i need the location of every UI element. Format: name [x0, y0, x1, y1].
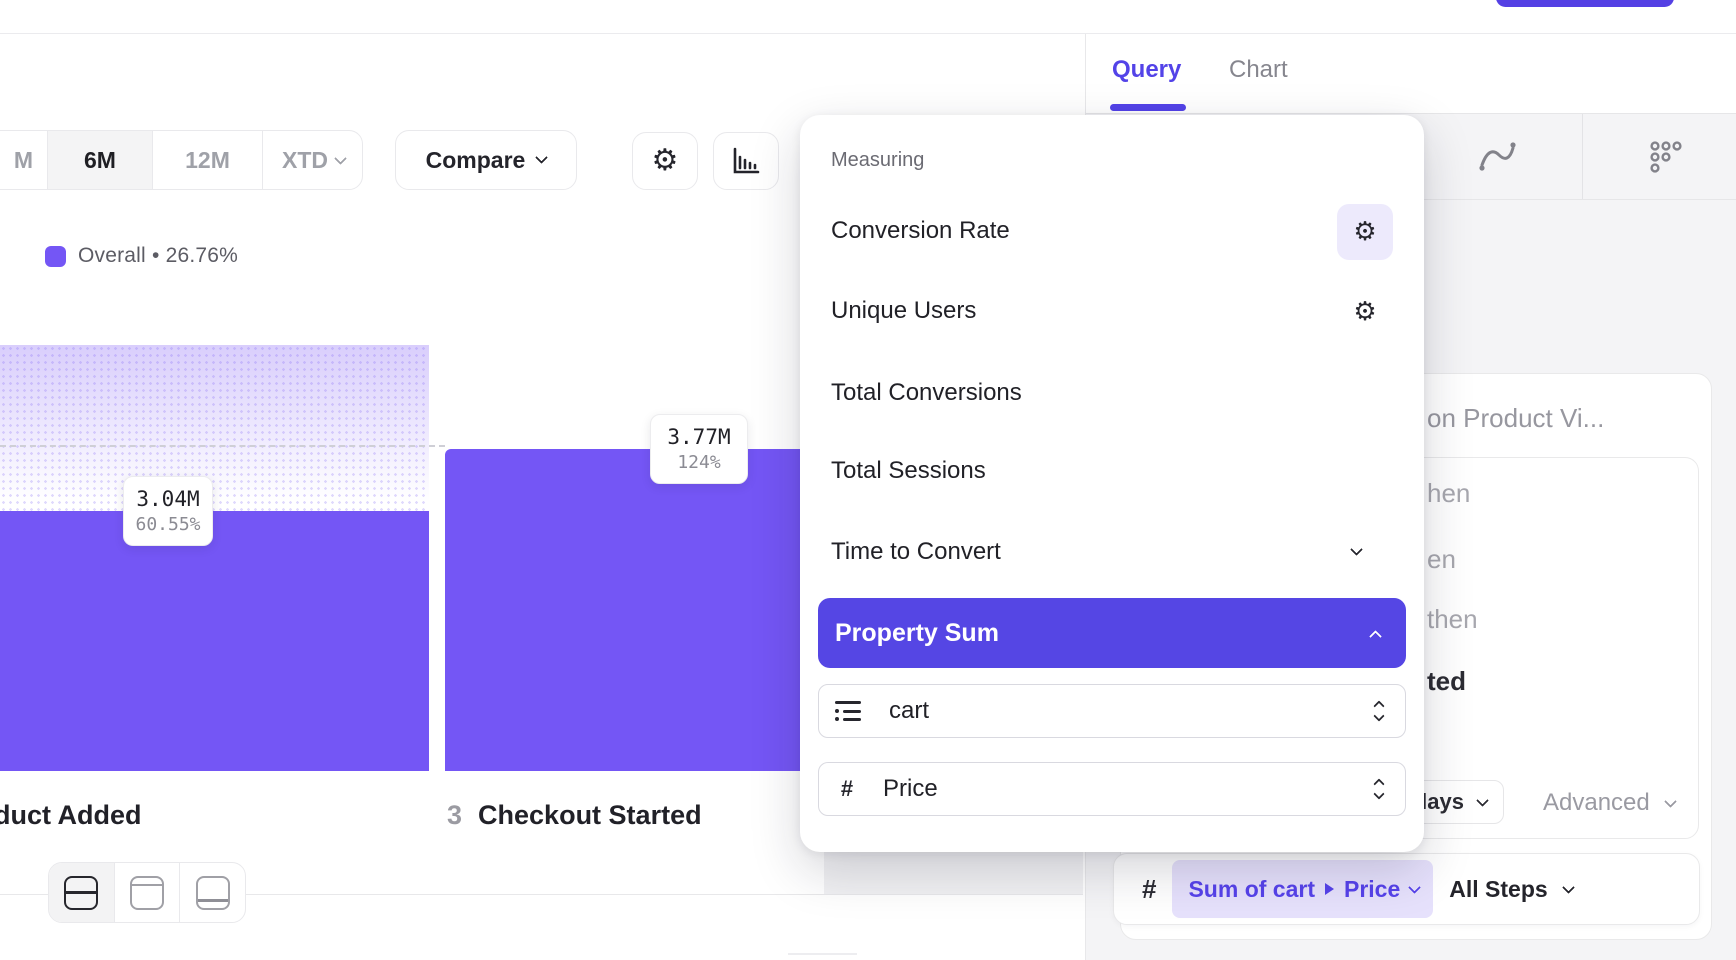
range-12m[interactable]: 12M — [153, 131, 263, 189]
bar-chart-icon — [729, 145, 763, 177]
flow-chart-type-button[interactable] — [1477, 140, 1517, 174]
layout-option-split-rows[interactable] — [49, 863, 115, 922]
property-name-select[interactable]: # Price — [818, 762, 1406, 816]
menu-item-property-sum-selected[interactable]: Property Sum — [818, 598, 1406, 668]
step-label-product-added: duct Added — [0, 800, 142, 831]
tabs-bottom-border — [1086, 113, 1736, 114]
menu-item-total-conversions[interactable]: Total Conversions — [831, 379, 1022, 407]
gear-icon: ⚙ — [652, 146, 679, 176]
step-row-fragment: ted — [1427, 666, 1466, 697]
funnel-bar-product-added[interactable] — [0, 511, 429, 771]
dropdown-title: Measuring — [831, 149, 924, 172]
legend-swatch — [45, 246, 66, 267]
gear-icon: ⚙ — [1353, 299, 1376, 325]
range-6m[interactable]: 6M — [48, 131, 153, 189]
menu-item-conversion-rate[interactable]: Conversion Rate — [831, 217, 1010, 245]
measuring-dropdown: Measuring Conversion Rate ⚙ Unique Users… — [800, 115, 1424, 852]
split-rows-icon — [64, 876, 98, 910]
funnel-bar-total-segment[interactable] — [0, 345, 429, 512]
legend: Overall • 26.76% — [45, 244, 238, 268]
layout-toggle-group — [48, 862, 246, 923]
gear-icon: ⚙ — [1353, 219, 1376, 245]
hash-icon: # — [1142, 874, 1156, 905]
list-property-icon — [835, 701, 861, 721]
layout-option-footer-bottom[interactable] — [180, 863, 245, 922]
step-row-fragment: then — [1427, 604, 1478, 635]
time-range-segmented-control: M 6M 12M XTD — [0, 130, 363, 190]
value-label-product-added: 3.04M 60.55% — [123, 476, 213, 546]
primary-action-button[interactable] — [1496, 0, 1674, 7]
active-tab-underline — [1110, 104, 1186, 111]
grid-dots-icon — [1648, 140, 1684, 174]
chevron-down-icon — [1562, 881, 1575, 894]
caret-right-icon — [1325, 883, 1334, 895]
range-m[interactable]: M — [0, 131, 48, 189]
menu-item-total-sessions[interactable]: Total Sessions — [831, 457, 986, 485]
chevron-down-icon — [1664, 795, 1677, 808]
all-steps-dropdown[interactable]: All Steps — [1449, 876, 1572, 903]
chevron-up-icon — [1369, 630, 1382, 643]
topbar-divider — [0, 33, 1736, 34]
reference-dashed-line — [0, 445, 445, 447]
grid-chart-type-button[interactable] — [1648, 140, 1684, 174]
range-xtd[interactable]: XTD — [263, 131, 363, 189]
select-stepper-icon — [1375, 702, 1383, 720]
advanced-dropdown[interactable]: Advanced — [1543, 789, 1675, 817]
unique-users-settings-button[interactable]: ⚙ — [1337, 284, 1393, 340]
property-event-select[interactable]: cart — [818, 684, 1406, 738]
footer-bottom-icon — [196, 876, 230, 910]
sum-of-cart-price-chip[interactable]: Sum of cart Price — [1172, 860, 1433, 918]
toolbar-cell-border — [1582, 114, 1583, 199]
chevron-down-icon — [1350, 543, 1363, 556]
funnel-bar-checkout-started[interactable] — [445, 449, 817, 771]
conversion-rate-settings-button[interactable]: ⚙ — [1337, 204, 1393, 260]
chevron-down-icon — [1476, 794, 1489, 807]
table-fragment-line — [788, 953, 857, 955]
flow-squiggle-icon — [1477, 140, 1517, 174]
chevron-down-icon — [334, 152, 347, 165]
chart-type-button[interactable] — [713, 132, 779, 190]
card-header-fragment: on Product Vi... — [1427, 403, 1604, 434]
tab-chart[interactable]: Chart — [1229, 56, 1288, 84]
app-window: M 6M 12M XTD Compare ⚙ Overall • 26.76% — [0, 0, 1736, 960]
value-label-checkout-started: 3.77M 124% — [650, 414, 748, 484]
layout-option-header-top[interactable] — [115, 863, 181, 922]
chevron-down-icon — [1408, 881, 1421, 894]
table-header-strip — [824, 852, 1083, 894]
chart-settings-button[interactable]: ⚙ — [632, 132, 698, 190]
menu-item-time-to-convert[interactable]: Time to Convert — [831, 538, 1001, 566]
chevron-down-icon — [535, 151, 548, 164]
measured-as-footer-card: # Sum of cart Price All Steps — [1113, 853, 1700, 925]
select-stepper-icon — [1375, 780, 1383, 798]
header-top-icon — [130, 876, 164, 910]
step-row-fragment: en — [1427, 544, 1456, 575]
tab-query[interactable]: Query — [1112, 56, 1181, 84]
numeric-property-icon: # — [835, 776, 859, 802]
step-label-checkout-started: 3Checkout Started — [447, 800, 702, 831]
step-row-fragment: hen — [1427, 478, 1470, 509]
menu-item-unique-users[interactable]: Unique Users — [831, 297, 976, 325]
compare-button[interactable]: Compare — [395, 130, 577, 190]
